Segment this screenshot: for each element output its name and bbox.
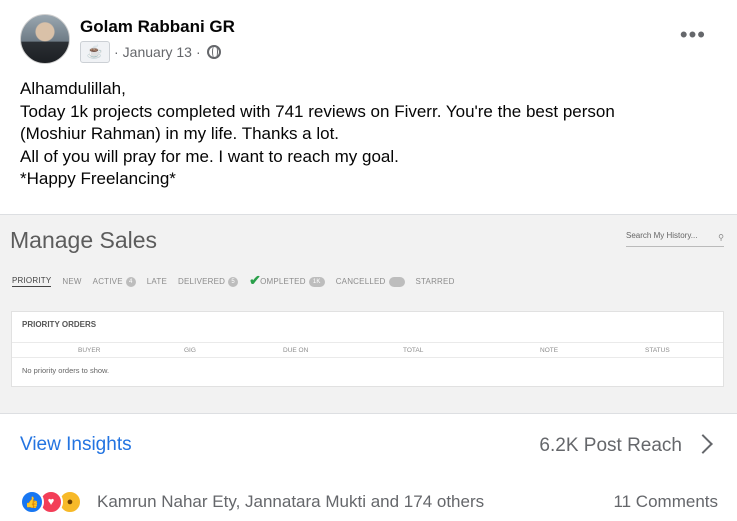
tab-count-badge: 4 [125, 276, 136, 287]
empty-orders-message: No priority orders to show. [22, 366, 110, 375]
panel-title: PRIORITY ORDERS [22, 320, 97, 329]
post-date[interactable]: January 13 [123, 44, 192, 60]
sales-tabs: PRIORITY NEW ACTIVE 4 LATE DELIVERED 5 ✔ OM… [12, 272, 466, 290]
tab-late: LATE [146, 277, 167, 286]
like-icon: 👍 [20, 490, 44, 514]
view-insights-link[interactable]: View Insights [20, 434, 132, 456]
tab-completed: ✔ OMPLETED 1K [249, 272, 325, 290]
column-header: BUYER [78, 347, 101, 354]
reaction-icons[interactable]: 👍 ♥ ● [20, 490, 90, 514]
author-avatar[interactable] [20, 14, 70, 64]
tab-count-badge: 1K [308, 276, 325, 287]
tab-delivered: DELIVERED 5 [178, 276, 239, 287]
post-line: Today 1k projects completed with 741 rev… [20, 101, 615, 121]
coffee-cup-icon: ☕ [80, 41, 110, 63]
column-header: STATUS [645, 347, 670, 354]
orders-table-header: BUYER GIG DUE ON TOTAL NOTE STATUS [12, 342, 723, 358]
globe-icon[interactable] [206, 45, 221, 59]
post-line: (Moshiur Rahman) in my life. Thanks a lo… [20, 124, 340, 143]
meta-separator-2: · [195, 44, 201, 60]
post-header: Golam Rabbani GR ☕ · January 13 · ••• [20, 14, 720, 64]
tab-starred: STARRED [415, 277, 455, 286]
post-line: All of you will pray for me. I want to r… [20, 146, 399, 166]
chevron-right-icon[interactable] [693, 434, 713, 454]
column-header: DUE ON [283, 347, 309, 354]
post-reach[interactable]: 6.2K Post Reach [539, 435, 682, 457]
reactions-row: 👍 ♥ ● Kamrun Nahar Ety, Jannatara Mukti … [20, 488, 720, 516]
comments-count[interactable]: 11 Comments [613, 492, 718, 512]
tab-priority: PRIORITY [12, 276, 52, 287]
post-line: *Happy Freelancing* [20, 169, 176, 188]
tab-cancelled: CANCELLED [336, 276, 405, 287]
more-options-icon[interactable]: ••• [680, 24, 706, 46]
search-icon: ⚲ [718, 233, 724, 242]
checkmark-icon: ✔ [249, 272, 262, 288]
column-header: TOTAL [403, 347, 424, 354]
history-search-field: Search My History... ⚲ [626, 231, 724, 247]
tab-count-badge [388, 276, 405, 287]
column-header: GIG [184, 347, 196, 354]
author-name[interactable]: Golam Rabbani GR [80, 17, 235, 37]
insights-row: View Insights 6.2K Post Reach [20, 432, 720, 462]
priority-orders-panel: PRIORITY ORDERS BUYER GIG DUE ON TOTAL N… [11, 311, 724, 387]
post-body: Alhamdulillah, Today 1k projects complet… [20, 78, 720, 191]
manage-sales-title: Manage Sales [10, 227, 158, 253]
tab-new: NEW [62, 277, 82, 286]
reactors-summary[interactable]: Kamrun Nahar Ety, Jannatara Mukti and 17… [97, 492, 484, 512]
post-line: Alhamdulillah, [20, 79, 126, 98]
column-header: NOTE [540, 347, 559, 354]
post-meta: ☕ · January 13 · [80, 41, 221, 63]
history-search-placeholder: Search My History... [626, 231, 698, 240]
meta-separator: · [114, 44, 119, 60]
attached-screenshot[interactable]: Manage Sales Search My History... ⚲ PRIO… [0, 214, 737, 414]
tab-active: ACTIVE 4 [93, 276, 136, 287]
tab-count-badge: 5 [228, 276, 239, 287]
